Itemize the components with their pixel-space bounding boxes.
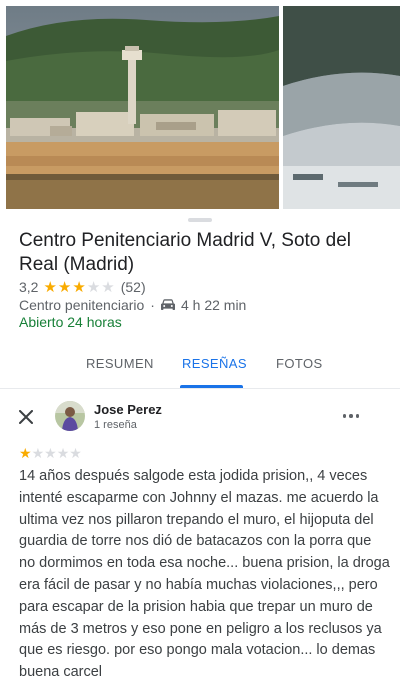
review-count: (52) bbox=[120, 279, 146, 295]
reviewer-name[interactable]: Jose Perez bbox=[94, 402, 162, 417]
place-title: Centro Penitenciario Madrid V, Soto del … bbox=[19, 230, 351, 275]
car-icon bbox=[160, 299, 175, 311]
star-icon: ★ bbox=[19, 445, 32, 461]
star-icon: ★ bbox=[43, 278, 57, 296]
opening-hours[interactable]: Abierto 24 horas bbox=[19, 314, 122, 330]
photo-carousel[interactable] bbox=[0, 0, 400, 214]
tab-bar: RESUMEN RESEÑAS FOTOS bbox=[0, 356, 400, 388]
star-icon: ★ bbox=[101, 278, 115, 296]
star-icon: ★ bbox=[56, 445, 70, 461]
avatar[interactable] bbox=[55, 401, 85, 431]
drive-time[interactable]: 4 h 22 min bbox=[181, 297, 246, 313]
tab-resenas[interactable]: RESEÑAS bbox=[182, 356, 247, 371]
place-photo-secondary[interactable] bbox=[283, 6, 400, 209]
more-options-button[interactable] bbox=[340, 410, 362, 422]
tab-resumen[interactable]: RESUMEN bbox=[86, 356, 154, 371]
close-button[interactable] bbox=[15, 406, 37, 428]
aerial-photo bbox=[283, 6, 400, 209]
rating-value: 3,2 bbox=[19, 279, 39, 295]
star-icon: ★ bbox=[57, 278, 72, 296]
review-rating-stars: ★ ★ ★ ★ ★ bbox=[19, 446, 82, 461]
star-icon: ★ bbox=[69, 445, 82, 461]
more-vert-icon bbox=[342, 414, 347, 418]
review-text: 14 años después salgode esta jodida pris… bbox=[19, 468, 390, 681]
sheet-drag-handle[interactable] bbox=[188, 218, 212, 222]
close-icon bbox=[19, 410, 33, 424]
reviewer-review-count: 1 reseña bbox=[94, 419, 137, 431]
place-category: Centro penitenciario bbox=[19, 297, 145, 313]
prison-photo bbox=[6, 6, 279, 209]
more-vert-icon bbox=[355, 414, 360, 418]
place-photo-main[interactable] bbox=[6, 6, 279, 209]
rating-stars: ★ ★ ★ ★ ★ bbox=[43, 280, 115, 295]
star-icon: ★ bbox=[72, 278, 86, 296]
separator-dot: · bbox=[150, 297, 155, 313]
more-vert-icon bbox=[349, 414, 353, 418]
tab-divider bbox=[0, 388, 400, 389]
category-row: Centro penitenciario · 4 h 22 min bbox=[19, 296, 246, 314]
star-icon: ★ bbox=[44, 445, 57, 461]
star-icon: ★ bbox=[86, 278, 101, 296]
tab-fotos[interactable]: FOTOS bbox=[276, 356, 323, 371]
avatar-photo bbox=[55, 401, 85, 431]
rating-row[interactable]: 3,2 ★ ★ ★ ★ ★ (52) bbox=[19, 278, 146, 296]
star-icon: ★ bbox=[31, 445, 45, 461]
